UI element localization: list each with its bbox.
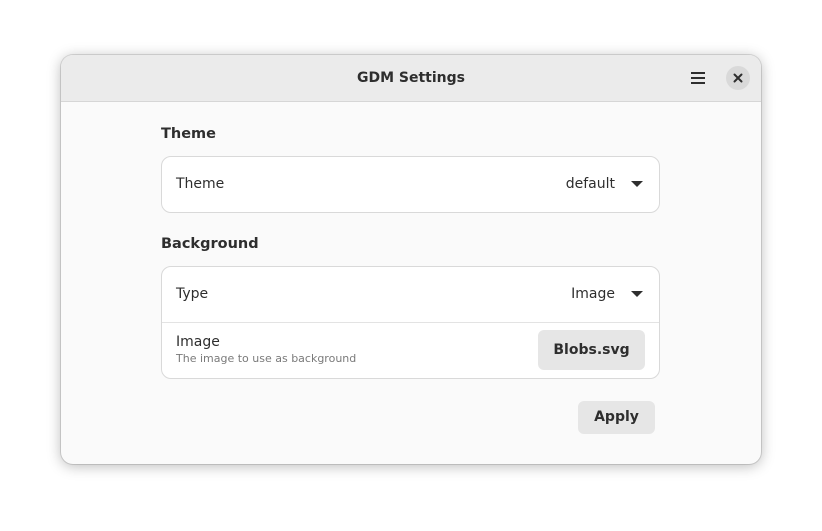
- close-icon: [733, 73, 743, 83]
- apply-button[interactable]: Apply: [578, 401, 655, 434]
- hamburger-menu-icon-line: [691, 82, 705, 84]
- type-dropdown-value[interactable]: Image: [571, 267, 615, 322]
- close-button[interactable]: [726, 66, 750, 90]
- image-file-chooser-button[interactable]: Blobs.svg: [538, 330, 645, 370]
- window-title: GDM Settings: [356, 70, 465, 86]
- theme-row[interactable]: Theme default: [162, 157, 659, 212]
- image-row-subtitle: The image to use as background: [176, 352, 357, 365]
- type-row[interactable]: Type Image: [162, 267, 659, 322]
- hamburger-menu-icon-line: [691, 77, 705, 79]
- chevron-down-icon[interactable]: [631, 291, 643, 297]
- image-row: Image The image to use as background Blo…: [162, 322, 659, 378]
- background-section-title: Background: [161, 236, 259, 252]
- hamburger-menu-icon: [691, 72, 705, 74]
- image-row-label: Image: [176, 334, 220, 350]
- chevron-down-icon[interactable]: [631, 181, 643, 187]
- type-row-label: Type: [176, 286, 209, 302]
- theme-row-label: Theme: [176, 176, 225, 192]
- main-menu-button[interactable]: [685, 66, 709, 90]
- background-card: Type Image Image The image to use as bac…: [161, 266, 660, 379]
- theme-dropdown-value[interactable]: default: [566, 157, 615, 212]
- theme-section-title: Theme: [161, 126, 216, 142]
- gdm-settings-window: GDM Settings Theme Theme default Backgro…: [61, 55, 761, 464]
- theme-card: Theme default: [161, 156, 660, 213]
- header-bar: GDM Settings: [61, 55, 761, 102]
